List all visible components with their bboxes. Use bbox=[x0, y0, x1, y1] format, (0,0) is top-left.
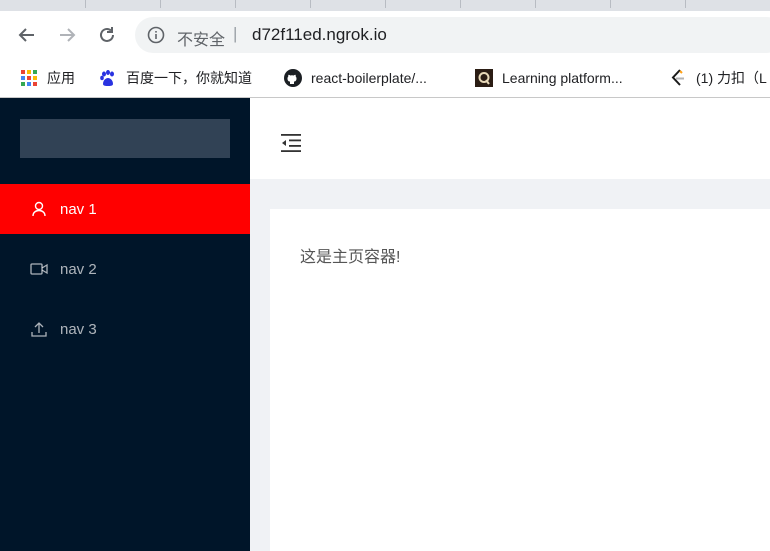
tab-separator bbox=[385, 0, 386, 8]
tab-separator bbox=[535, 0, 536, 8]
arrow-right-icon bbox=[60, 28, 76, 42]
info-icon[interactable] bbox=[147, 26, 165, 49]
content-text: 这是主页容器! bbox=[300, 249, 401, 266]
header bbox=[250, 98, 770, 179]
bookmark-label: 百度一下，你就知道 bbox=[126, 70, 252, 86]
q-logo-icon bbox=[475, 69, 493, 87]
sidebar-item-nav-3[interactable]: nav 3 bbox=[0, 304, 250, 354]
sidebar-item-label: nav 1 bbox=[60, 200, 97, 218]
video-camera-icon bbox=[30, 260, 48, 278]
tab-separator bbox=[610, 0, 611, 8]
arrow-left-icon bbox=[18, 28, 34, 42]
reload-icon bbox=[100, 27, 114, 42]
tab-separator bbox=[685, 0, 686, 8]
bookmarks-bar: 应用 百度一下，你就知道 react-boilerplate/... Learn… bbox=[0, 59, 770, 98]
url-separator: | bbox=[233, 24, 238, 43]
bookmark-label: react-boilerplate/... bbox=[311, 70, 427, 86]
sidebar-item-label: nav 3 bbox=[60, 320, 97, 338]
leetcode-icon bbox=[669, 69, 687, 87]
bookmark-label: Learning platform... bbox=[502, 70, 623, 86]
user-icon bbox=[30, 200, 48, 218]
reload-button[interactable] bbox=[93, 21, 121, 49]
address-bar[interactable]: 不安全 | d72f11ed.ngrok.io bbox=[135, 17, 770, 53]
tab-separator bbox=[85, 0, 86, 8]
back-button[interactable] bbox=[13, 21, 41, 49]
sidebar-item-nav-2[interactable]: nav 2 bbox=[0, 244, 250, 294]
tab-separator bbox=[310, 0, 311, 8]
sidebar-item-label: nav 2 bbox=[60, 260, 97, 278]
bookmark-apps[interactable]: 应用 bbox=[20, 67, 75, 89]
logo-placeholder bbox=[20, 119, 230, 158]
bookmark-github[interactable]: react-boilerplate/... bbox=[284, 67, 427, 89]
apps-grid-icon bbox=[20, 69, 38, 87]
main-content: 这是主页容器! bbox=[270, 209, 770, 551]
bookmark-baidu[interactable]: 百度一下，你就知道 bbox=[99, 67, 252, 89]
bookmark-label: 应用 bbox=[47, 70, 75, 86]
tab-separator bbox=[160, 0, 161, 8]
browser-tab-strip bbox=[0, 0, 770, 11]
sidebar-item-nav-1[interactable]: nav 1 bbox=[0, 184, 250, 234]
github-icon bbox=[284, 69, 302, 87]
sidebar: nav 1 nav 2 nav 3 bbox=[0, 98, 250, 551]
baidu-paw-icon bbox=[99, 69, 117, 87]
security-label[interactable]: 不安全 bbox=[177, 26, 225, 50]
url-text[interactable]: d72f11ed.ngrok.io bbox=[252, 25, 387, 45]
forward-button[interactable] bbox=[53, 21, 81, 49]
tab-separator bbox=[460, 0, 461, 8]
bookmark-label: (1) 力扣（L bbox=[696, 70, 767, 86]
tab-separator bbox=[235, 0, 236, 8]
browser-toolbar: 不安全 | d72f11ed.ngrok.io bbox=[0, 11, 770, 59]
menu-fold-icon[interactable] bbox=[280, 133, 302, 153]
bookmark-leetcode[interactable]: (1) 力扣（L bbox=[669, 67, 767, 89]
upload-icon bbox=[30, 320, 48, 338]
bookmark-learning-platform[interactable]: Learning platform... bbox=[475, 67, 623, 89]
